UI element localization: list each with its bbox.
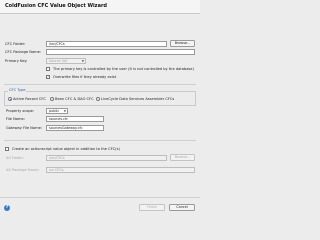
as-browse-button[interactable]: Browse...: [170, 154, 195, 161]
browse-button[interactable]: Browse...: [170, 40, 195, 47]
separator: [4, 140, 196, 141]
file-name-field[interactable]: sources.cfc: [46, 116, 104, 122]
as-package-field: src.CFCs: [46, 167, 195, 173]
file-name-label: File Name:: [6, 117, 25, 121]
gateway-file-label: Gateway File Name:: [6, 126, 42, 130]
radio-lcds-label: LiveCycle Data Services Assembler CFCs: [101, 97, 175, 101]
cfc-folder-field[interactable]: /src/CFCs: [46, 41, 167, 47]
property-scope-label: Property scope:: [6, 109, 35, 113]
primary-key-label: Primary Key:: [5, 59, 28, 63]
cfc-package-field[interactable]: [46, 49, 195, 55]
finish-button[interactable]: Finish: [139, 204, 165, 211]
radio-bean-dao-label: Bean CFC & DAO CFC: [55, 97, 94, 101]
cfc-folder-label: CFC Folder:: [5, 42, 26, 46]
create-as-label: Create an actionscript value object in a…: [12, 147, 120, 151]
primary-key-select: Source (id) ▼: [46, 58, 86, 64]
overwrite-label: Overwrite files if they already exist: [53, 75, 116, 79]
wizard-window: ColdFusion CFC Value Object Wizard CFC F…: [0, 0, 200, 221]
separator: [4, 84, 196, 85]
window-title: ColdFusion CFC Value Object Wizard: [5, 3, 108, 9]
create-as-checkbox[interactable]: [5, 147, 9, 151]
chevron-down-icon: ▼: [81, 59, 84, 63]
primary-key-value: Source (id): [49, 59, 68, 63]
property-scope-select[interactable]: public ▼: [46, 108, 68, 114]
title-bar: ColdFusion CFC Value Object Wizard: [0, 0, 200, 14]
cfc-type-legend: CFC Type: [8, 88, 27, 92]
radio-bean-dao[interactable]: [50, 97, 54, 101]
help-icon[interactable]: ?: [4, 205, 10, 211]
as-package-label: AS Package Name:: [6, 168, 40, 172]
cancel-button[interactable]: Cancel: [169, 204, 195, 211]
cfc-package-label: CFC Package Name:: [5, 50, 42, 54]
primary-key-db-checkbox[interactable]: [46, 67, 50, 71]
as-folder-label: AS Folder:: [6, 156, 25, 160]
as-folder-field: /src/CFCs: [46, 155, 167, 161]
primary-key-db-label: The primary key is controlled by the use…: [53, 67, 194, 71]
radio-active-record-label: Active Record CFC: [13, 97, 46, 101]
check-icon: ✓: [47, 75, 50, 79]
property-scope-value: public: [49, 109, 60, 113]
gateway-file-field[interactable]: sourcesGateway.cfc: [46, 125, 104, 131]
radio-active-record[interactable]: [8, 97, 12, 101]
radio-lcds[interactable]: [96, 97, 100, 101]
overwrite-checkbox[interactable]: ✓: [46, 75, 50, 79]
chevron-down-icon: ▼: [63, 109, 66, 113]
